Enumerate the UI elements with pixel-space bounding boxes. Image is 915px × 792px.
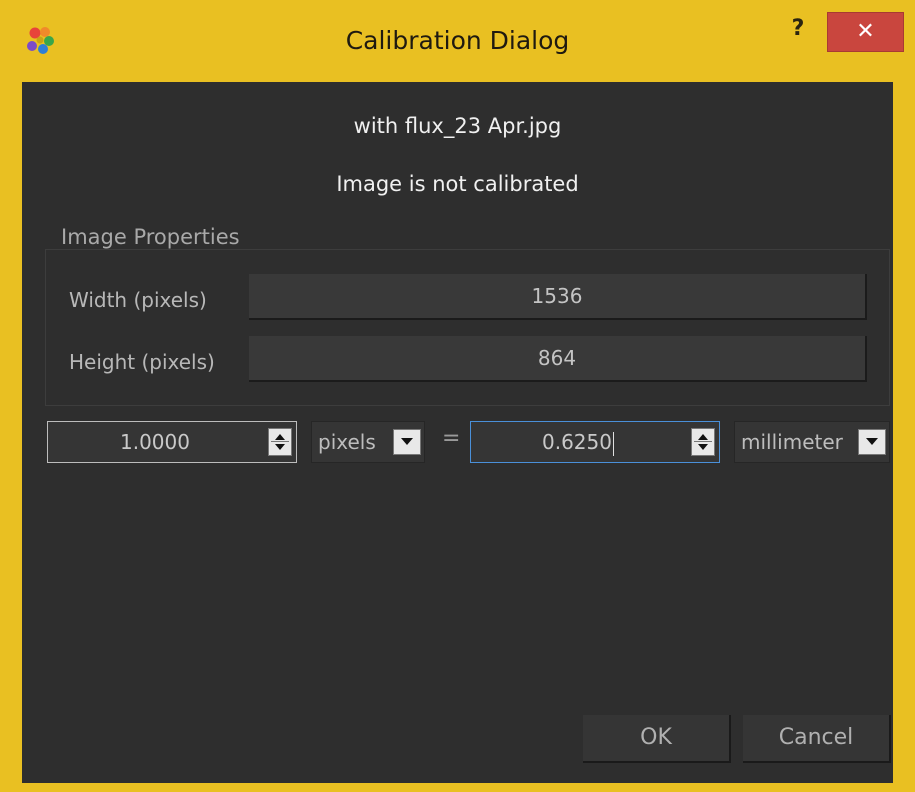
source-unit-value: pixels — [318, 430, 376, 454]
image-properties-title: Image Properties — [57, 225, 244, 249]
title-bar[interactable]: Calibration Dialog ? ✕ — [0, 0, 915, 82]
cancel-button[interactable]: Cancel — [743, 715, 891, 763]
text-caret — [612, 431, 614, 456]
close-button[interactable]: ✕ — [827, 12, 904, 52]
pixel-amount-value: 1.0000 — [120, 430, 190, 454]
chevron-down-icon[interactable] — [858, 429, 886, 455]
physical-amount-stepper-icon[interactable] — [691, 428, 715, 456]
calibration-status-label: Image is not calibrated — [336, 172, 579, 196]
pixel-amount-spinbox[interactable]: 1.0000 — [47, 421, 297, 463]
width-label: Width (pixels) — [69, 288, 207, 312]
physical-amount-spinbox[interactable]: 0.6250 — [470, 421, 720, 463]
height-label: Height (pixels) — [69, 350, 215, 374]
file-name-label: with flux_23 Apr.jpg — [353, 114, 562, 138]
source-unit-dropdown[interactable]: pixels — [311, 421, 425, 463]
equals-sign: = — [442, 426, 461, 451]
chevron-down-icon[interactable] — [393, 429, 421, 455]
dialog-body: with flux_23 Apr.jpg Image is not calibr… — [22, 82, 893, 783]
window-title: Calibration Dialog — [345, 26, 570, 55]
target-unit-value: millimeter — [741, 430, 843, 454]
physical-amount-value: 0.6250 — [542, 430, 612, 454]
ok-button[interactable]: OK — [583, 715, 731, 763]
width-value-field: 1536 — [249, 274, 867, 320]
pixel-amount-stepper-icon[interactable] — [268, 428, 292, 456]
calibration-dialog-window: Calibration Dialog ? ✕ with flux_23 Apr.… — [0, 0, 915, 792]
height-value-field: 864 — [249, 336, 867, 382]
target-unit-dropdown[interactable]: millimeter — [734, 421, 890, 463]
help-button[interactable]: ? — [786, 16, 810, 46]
image-properties-group — [45, 249, 890, 406]
